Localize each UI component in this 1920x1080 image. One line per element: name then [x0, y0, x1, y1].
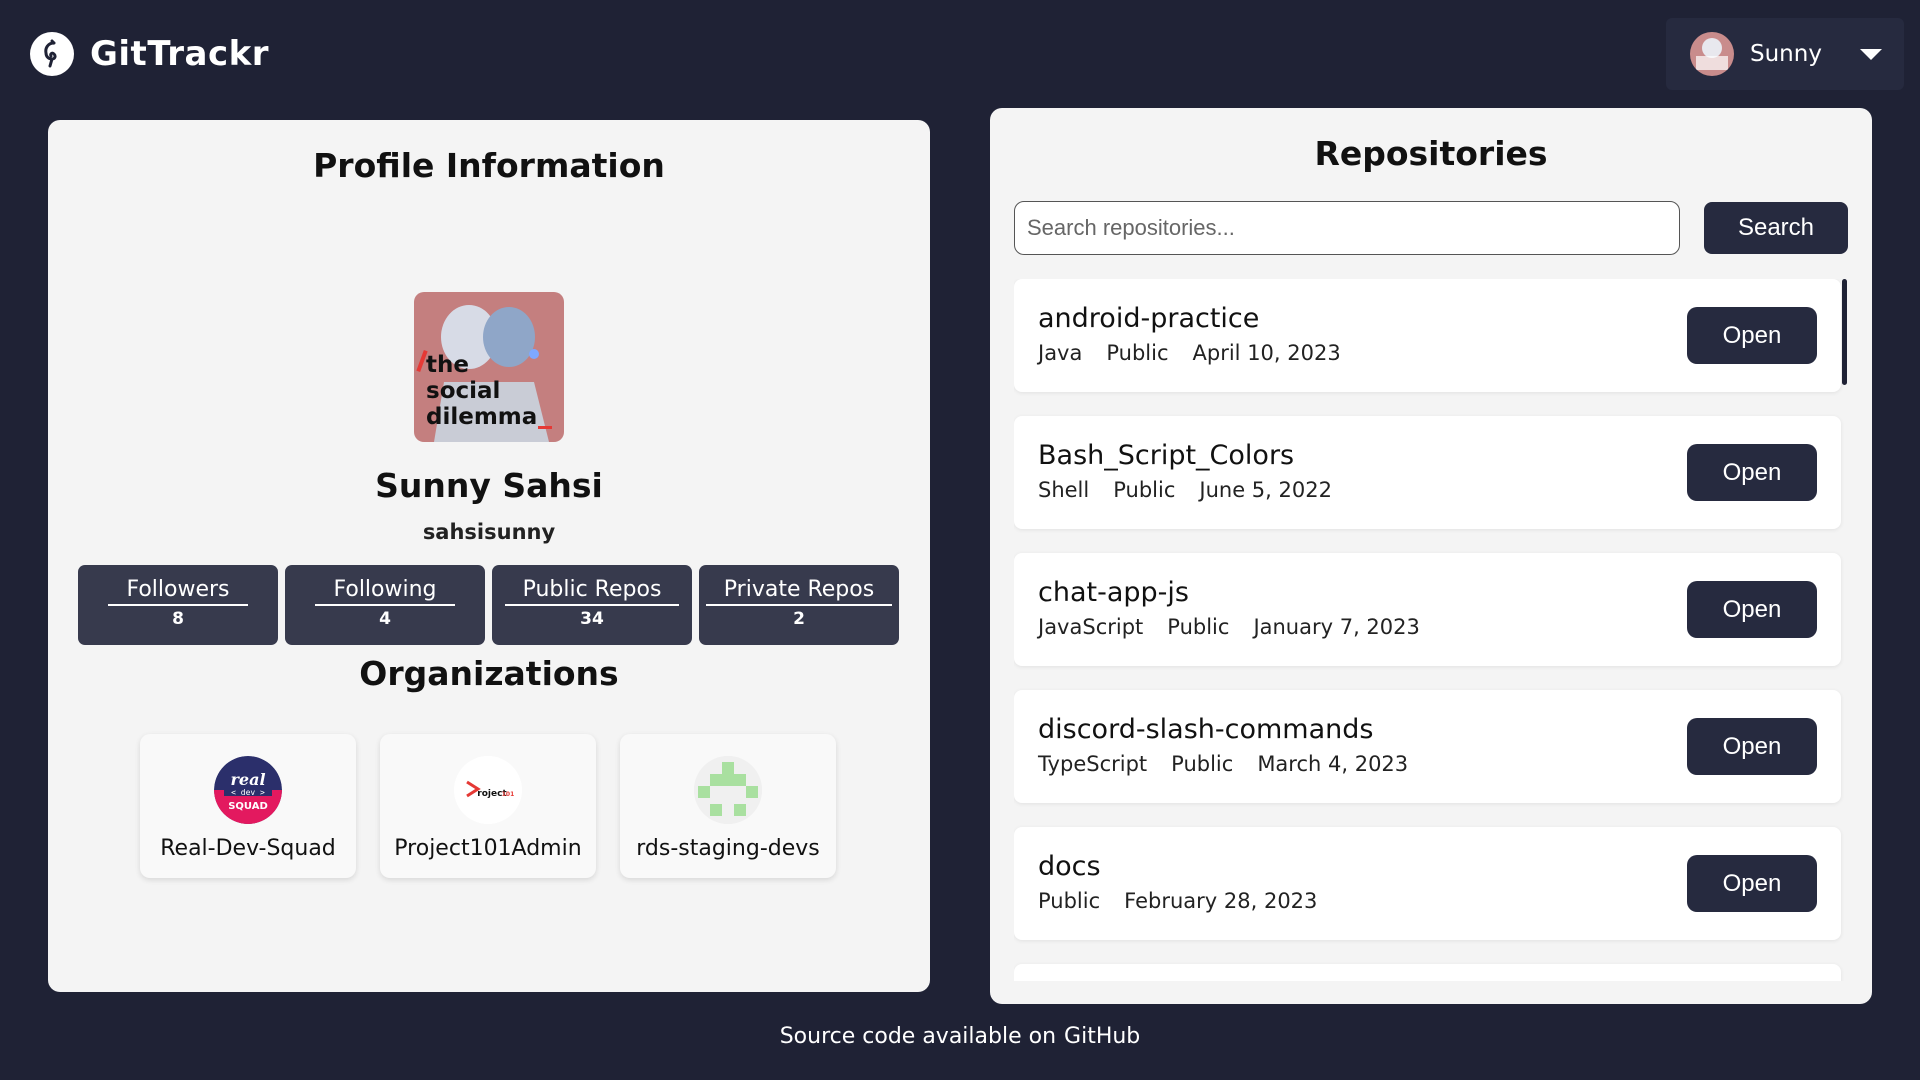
- org-card-rds-staging-devs[interactable]: rds-staging-devs: [620, 734, 836, 878]
- repo-meta: Public February 28, 2023: [1038, 889, 1317, 913]
- repo-meta: Shell Public June 5, 2022: [1038, 478, 1332, 502]
- real-dev-squad-logo: real < dev > SQUAD: [214, 756, 282, 824]
- org-card-project101admin[interactable]: roject 101 Project101Admin: [380, 734, 596, 878]
- repo-item: discord-slash-commands TypeScript Public…: [1014, 690, 1841, 803]
- repo-item: Bash_Script_Colors Shell Public June 5, …: [1014, 416, 1841, 529]
- svg-text:the: the: [426, 352, 469, 378]
- repo-date: March 4, 2023: [1257, 752, 1409, 776]
- repo-item-partial: [1014, 964, 1841, 981]
- repo-date: April 10, 2023: [1192, 341, 1341, 365]
- open-repo-button[interactable]: Open: [1687, 444, 1817, 501]
- org-name: rds-staging-devs: [636, 836, 820, 861]
- repo-item: chat-app-js JavaScript Public January 7,…: [1014, 553, 1841, 666]
- stat-label: Private Repos: [705, 577, 893, 606]
- stat-value: 4: [379, 609, 391, 629]
- repo-date: February 28, 2023: [1124, 889, 1318, 913]
- svg-text:< dev >: < dev >: [231, 788, 265, 797]
- repo-date: June 5, 2022: [1199, 478, 1332, 502]
- repo-item: android-practice Java Public April 10, 2…: [1014, 279, 1841, 392]
- stat-public-repos[interactable]: Public Repos 34: [492, 565, 692, 645]
- brand-name: GitTrackr: [90, 34, 270, 74]
- footer-text: Source code available on: [779, 1024, 1057, 1049]
- github-link[interactable]: GitHub: [1064, 1024, 1140, 1049]
- stat-label: Following: [315, 577, 455, 606]
- identicon-logo: [694, 756, 762, 824]
- repo-name: Bash_Script_Colors: [1038, 440, 1295, 471]
- svg-text:SQUAD: SQUAD: [228, 801, 268, 812]
- repo-language: JavaScript: [1038, 615, 1144, 639]
- open-repo-button[interactable]: Open: [1687, 855, 1817, 912]
- footer: Source code available on GitHub: [0, 1024, 1920, 1049]
- stat-private-repos[interactable]: Private Repos 2: [699, 565, 899, 645]
- profile-stats: Followers 8 Following 4 Public Repos 34 …: [78, 565, 899, 645]
- organizations-title: Organizations: [359, 654, 619, 693]
- repositories-panel: Repositories Search android-practice Jav…: [990, 108, 1872, 1004]
- organizations-list: real < dev > SQUAD Real-Dev-Squad roject…: [140, 734, 836, 878]
- github-logo-icon: [30, 32, 74, 76]
- stat-value: 2: [793, 609, 805, 629]
- stat-value: 34: [580, 609, 604, 629]
- repo-language: Shell: [1038, 478, 1090, 502]
- repo-visibility: Public: [1106, 341, 1169, 365]
- repo-item: docs Public February 28, 2023 Open: [1014, 827, 1841, 940]
- project101-logo: roject 101: [454, 756, 522, 824]
- user-menu-dropdown[interactable]: Sunny: [1666, 18, 1904, 90]
- profile-panel: Profile Information the social dilemma S…: [48, 120, 930, 992]
- svg-text:101: 101: [502, 791, 515, 798]
- profile-avatar: the social dilemma: [414, 292, 564, 442]
- repo-meta: Java Public April 10, 2023: [1038, 341, 1341, 365]
- repositories-title: Repositories: [1314, 134, 1548, 173]
- stat-label: Public Repos: [504, 577, 680, 606]
- open-repo-button[interactable]: Open: [1687, 581, 1817, 638]
- open-repo-button[interactable]: Open: [1687, 307, 1817, 364]
- org-name: Project101Admin: [394, 836, 582, 861]
- stat-value: 8: [172, 609, 184, 629]
- svg-text:social: social: [426, 378, 500, 404]
- repo-list-scrollbar[interactable]: [1842, 279, 1847, 385]
- repo-visibility: Public: [1038, 889, 1101, 913]
- repo-name: android-practice: [1038, 303, 1260, 334]
- repo-language: Java: [1038, 341, 1083, 365]
- chevron-down-icon: [1860, 48, 1882, 60]
- brand[interactable]: GitTrackr: [30, 32, 269, 76]
- user-name: Sunny: [1750, 41, 1822, 67]
- svg-text:dilemma: dilemma: [426, 404, 537, 430]
- open-repo-button[interactable]: Open: [1687, 718, 1817, 775]
- repo-visibility: Public: [1171, 752, 1234, 776]
- profile-title: Profile Information: [313, 146, 665, 185]
- stat-following[interactable]: Following 4: [285, 565, 485, 645]
- repo-language: TypeScript: [1038, 752, 1148, 776]
- repo-meta: TypeScript Public March 4, 2023: [1038, 752, 1408, 776]
- org-name: Real-Dev-Squad: [160, 836, 336, 861]
- repo-meta: JavaScript Public January 7, 2023: [1038, 615, 1420, 639]
- stat-followers[interactable]: Followers 8: [78, 565, 278, 645]
- repo-visibility: Public: [1167, 615, 1230, 639]
- repo-name: discord-slash-commands: [1038, 714, 1374, 745]
- org-card-real-dev-squad[interactable]: real < dev > SQUAD Real-Dev-Squad: [140, 734, 356, 878]
- repo-date: January 7, 2023: [1253, 615, 1420, 639]
- user-avatar: [1690, 32, 1734, 76]
- search-button[interactable]: Search: [1704, 202, 1848, 254]
- repo-name: docs: [1038, 851, 1101, 882]
- svg-text:real: real: [230, 770, 265, 789]
- profile-username: sahsisunny: [422, 520, 556, 544]
- repo-name: chat-app-js: [1038, 577, 1189, 608]
- profile-full-name: Sunny Sahsi: [375, 466, 603, 505]
- search-input[interactable]: [1014, 201, 1680, 255]
- stat-label: Followers: [108, 577, 248, 606]
- repo-visibility: Public: [1113, 478, 1176, 502]
- repository-list[interactable]: android-practice Java Public April 10, 2…: [1014, 279, 1854, 981]
